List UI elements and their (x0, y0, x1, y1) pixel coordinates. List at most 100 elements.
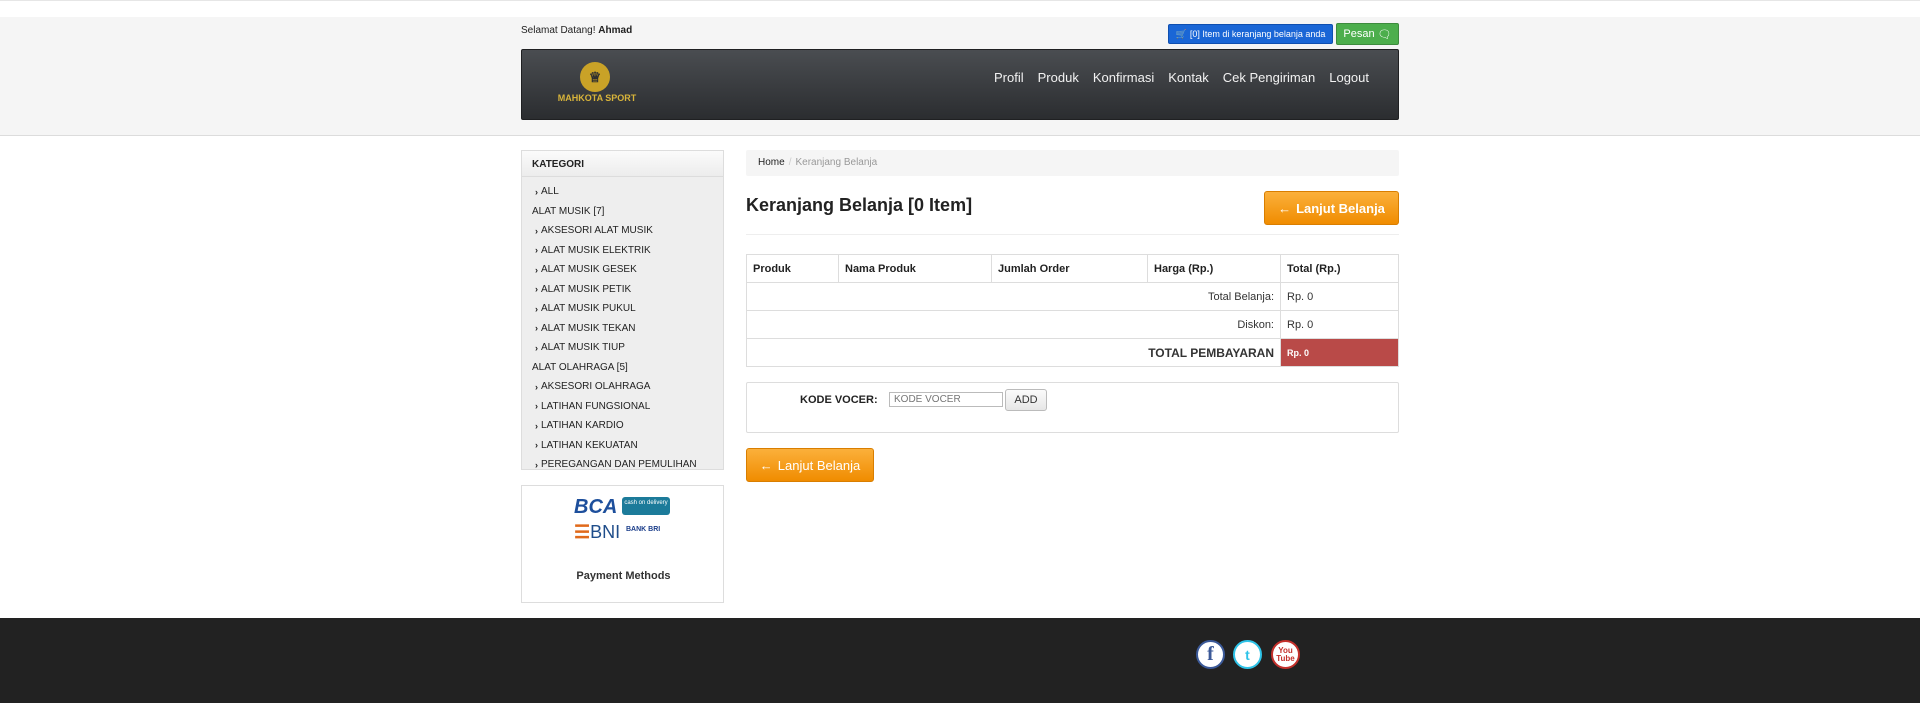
chevron-right-icon: › (535, 323, 538, 334)
col-total: Total (Rp.) (1280, 254, 1399, 283)
table-header-row: Produk Nama Produk Jumlah Order Harga (R… (746, 254, 1399, 283)
category-item-label: ALAT MUSIK PETIK (541, 283, 632, 295)
category-item[interactable]: › ALAT MUSIK PETIK (522, 280, 723, 300)
continue-shopping-label: Lanjut Belanja (1296, 200, 1385, 216)
category-list: › ALL ALAT MUSIK [7] › AKSESORI ALAT MUSIK… (522, 177, 723, 475)
chevron-right-icon: › (535, 225, 538, 236)
nav-konfirmasi[interactable]: Konfirmasi (1086, 70, 1161, 85)
category-item-label: LATIHAN FUNGSIONAL (541, 400, 651, 412)
welcome-prefix: Selamat Datang! (521, 25, 596, 36)
total-belanja-value: Rp. 0 (1280, 282, 1399, 311)
category-item[interactable]: › AKSESORI ALAT MUSIK (522, 221, 723, 241)
chevron-right-icon: › (535, 303, 538, 314)
continue-shopping-button-bottom[interactable]: ← Lanjut Belanja (746, 448, 874, 482)
chat-bubble-icon: 🗨 (1377, 28, 1392, 41)
col-harga: Harga (Rp.) (1147, 254, 1281, 283)
chevron-right-icon: › (535, 284, 538, 295)
breadcrumb-home[interactable]: Home (758, 157, 785, 168)
nav-logout[interactable]: Logout (1322, 70, 1376, 85)
category-item-label: ALAT MUSIK ELEKTRIK (541, 244, 651, 256)
youtube-icon[interactable]: You Tube (1271, 640, 1300, 669)
cod-logo: cash on delivery (622, 497, 670, 515)
cart-button[interactable]: 🛒 [0] Item di keranjang belanja anda (1168, 24, 1333, 44)
bni-logo: ☰BNI (574, 522, 621, 542)
payment-methods-label: Payment Methods (576, 570, 671, 582)
arrow-left-icon: ← (759, 457, 773, 473)
total-belanja-label: Total Belanja: (746, 282, 1281, 311)
category-item[interactable]: › ALAT MUSIK GESEK (522, 260, 723, 280)
category-group-label: ALAT OLAHRAGA [5] (532, 361, 628, 373)
page-title: Keranjang Belanja [0 Item] (746, 195, 973, 215)
category-item[interactable]: › ALAT MUSIK ELEKTRIK (522, 241, 723, 261)
nav-kontak[interactable]: Kontak (1161, 70, 1215, 85)
category-item-label: LATIHAN KEKUATAN (541, 439, 638, 451)
breadcrumb-current: Keranjang Belanja (795, 157, 878, 168)
twitter-icon[interactable]: t (1233, 640, 1262, 669)
arrow-left-icon: ← (1278, 200, 1292, 216)
chevron-right-icon: › (535, 186, 538, 197)
category-item[interactable]: › ALL (522, 182, 723, 202)
payment-methods-box: BCA cash on delivery ☰BNI BANK BRI Payme… (521, 485, 724, 603)
pesan-button[interactable]: Pesan 🗨 (1336, 23, 1399, 45)
category-item[interactable]: › AKSESORI OLAHRAGA (522, 377, 723, 397)
voucher-label: KODE VOCER: (800, 394, 878, 406)
chevron-right-icon: › (535, 459, 538, 470)
category-group-label: ALAT MUSIK [7] (532, 205, 605, 217)
total-pembayaran-value: Rp. 0 (1280, 338, 1399, 367)
category-item[interactable]: › LATIHAN KEKUATAN (522, 436, 723, 456)
payment-logos: BCA cash on delivery ☰BNI BANK BRI (574, 496, 674, 542)
table-row: TOTAL PEMBAYARAN Rp. 0 (746, 338, 1399, 367)
chevron-right-icon: › (535, 342, 538, 353)
category-item-label: AKSESORI ALAT MUSIK (541, 225, 653, 237)
category-item[interactable]: › PEREGANGAN DAN PEMULIHAN (522, 455, 723, 475)
category-item-label: ALAT MUSIK PUKUL (541, 303, 636, 315)
category-item[interactable]: › ALAT MUSIK TEKAN (522, 319, 723, 339)
navbar: ♕ MAHKOTA SPORT Profil Produk Konfirmasi… (521, 49, 1399, 120)
add-voucher-button[interactable]: ADD (1005, 389, 1047, 411)
category-item-label: ALAT MUSIK TEKAN (541, 322, 636, 334)
divider (746, 234, 1399, 235)
category-group[interactable]: ALAT OLAHRAGA [5] (522, 358, 723, 378)
nav-profil[interactable]: Profil (987, 70, 1031, 85)
chevron-right-icon: › (535, 440, 538, 451)
footer: f t You Tube (0, 618, 1920, 703)
category-item-label: ALL (541, 186, 559, 198)
chevron-right-icon: › (535, 420, 538, 431)
voucher-input[interactable] (889, 392, 1003, 407)
chevron-right-icon: › (535, 381, 538, 392)
pesan-button-label: Pesan (1343, 28, 1375, 40)
category-heading: KATEGORI (522, 151, 723, 177)
category-group[interactable]: ALAT MUSIK [7] (522, 202, 723, 222)
breadcrumb: Home / Keranjang Belanja (746, 150, 1399, 176)
facebook-icon[interactable]: f (1196, 640, 1225, 669)
nav-cek-pengiriman[interactable]: Cek Pengiriman (1216, 70, 1323, 85)
bri-logo: BANK BRI (626, 526, 661, 533)
continue-shopping-label: Lanjut Belanja (777, 457, 861, 473)
category-item-label: PEREGANGAN DAN PEMULIHAN (541, 459, 697, 471)
continue-shopping-button[interactable]: ← Lanjut Belanja (1264, 191, 1399, 225)
category-panel: KATEGORI › ALL ALAT MUSIK [7] › AKSESORI A… (521, 150, 724, 470)
welcome-text: Selamat Datang! Ahmad (521, 25, 632, 36)
diskon-label: Diskon: (746, 310, 1281, 339)
nav-produk[interactable]: Produk (1031, 70, 1086, 85)
diskon-value: Rp. 0 (1280, 310, 1399, 339)
logo-text: MAHKOTA SPORT (557, 93, 637, 103)
category-item-label: ALAT MUSIK TIUP (541, 342, 625, 354)
chevron-right-icon: › (535, 401, 538, 412)
table-row: Diskon: Rp. 0 (746, 310, 1399, 339)
table-row: Total Belanja: Rp. 0 (746, 282, 1399, 311)
col-produk: Produk (746, 254, 839, 283)
category-item[interactable]: › LATIHAN FUNGSIONAL (522, 397, 723, 417)
chevron-right-icon: › (535, 264, 538, 275)
category-item[interactable]: › LATIHAN KARDIO (522, 416, 723, 436)
category-item[interactable]: › ALAT MUSIK PUKUL (522, 299, 723, 319)
category-item-label: ALAT MUSIK GESEK (541, 264, 637, 276)
col-jumlah-order: Jumlah Order (991, 254, 1148, 283)
total-pembayaran-label: TOTAL PEMBAYARAN (746, 338, 1281, 367)
chevron-right-icon: › (535, 245, 538, 256)
col-nama-produk: Nama Produk (838, 254, 992, 283)
category-item[interactable]: › ALAT MUSIK TIUP (522, 338, 723, 358)
logo[interactable]: ♕ MAHKOTA SPORT (552, 62, 642, 106)
cart-button-label: [0] Item di keranjang belanja anda (1189, 29, 1326, 39)
voucher-box: KODE VOCER: ADD (746, 382, 1399, 433)
